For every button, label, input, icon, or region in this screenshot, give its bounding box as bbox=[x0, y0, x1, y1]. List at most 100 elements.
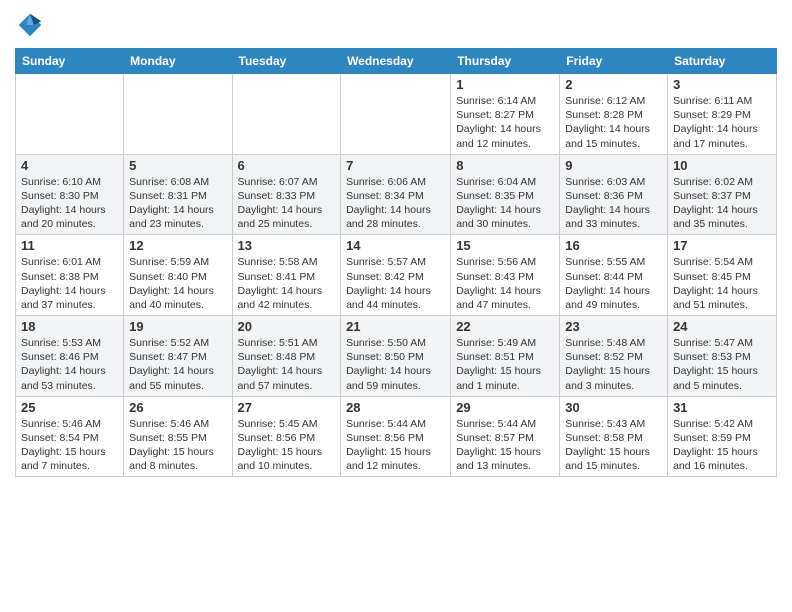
logo bbox=[15, 10, 49, 40]
day-cell: 7 Sunrise: 6:06 AM Sunset: 8:34 PM Daylig… bbox=[341, 154, 451, 235]
day-number: 26 bbox=[129, 400, 226, 415]
day-cell: 17Sunrise: 5:54 AM Sunset: 8:45 PM Dayli… bbox=[668, 235, 777, 316]
day-cell: 28 Sunrise: 5:44 AM Sunset: 8:56 PM Dayli… bbox=[341, 396, 451, 477]
day-number: 10 bbox=[673, 158, 771, 173]
day-number: 14 bbox=[346, 238, 445, 253]
day-cell bbox=[124, 74, 232, 155]
day-info: Sunrise: 5:44 AM Sunset: 8:57 PM Dayligh… bbox=[456, 417, 554, 474]
day-cell: 9 Sunrise: 6:03 AM Sunset: 8:36 PM Daylig… bbox=[560, 154, 668, 235]
day-number: 12 bbox=[129, 238, 226, 253]
day-cell: 31 Sunrise: 5:42 AM Sunset: 8:59 PM Dayli… bbox=[668, 396, 777, 477]
day-info: Sunrise: 6:14 AM Sunset: 8:27 PM Dayligh… bbox=[456, 94, 554, 151]
day-number: 25 bbox=[21, 400, 118, 415]
day-number: 16 bbox=[565, 238, 662, 253]
day-cell: 16 Sunrise: 5:55 AM Sunset: 8:44 PM Dayli… bbox=[560, 235, 668, 316]
day-cell: 24Sunrise: 5:47 AM Sunset: 8:53 PM Dayli… bbox=[668, 316, 777, 397]
week-row-1: 1 Sunrise: 6:14 AM Sunset: 8:27 PM Daylig… bbox=[16, 74, 777, 155]
weekday-header-sunday: Sunday bbox=[16, 49, 124, 74]
day-info: Sunrise: 6:04 AM Sunset: 8:35 PM Dayligh… bbox=[456, 175, 554, 232]
day-info: Sunrise: 5:57 AM Sunset: 8:42 PM Dayligh… bbox=[346, 255, 445, 312]
day-number: 22 bbox=[456, 319, 554, 334]
page: SundayMondayTuesdayWednesdayThursdayFrid… bbox=[0, 0, 792, 612]
weekday-header-wednesday: Wednesday bbox=[341, 49, 451, 74]
day-cell bbox=[16, 74, 124, 155]
day-cell: 6 Sunrise: 6:07 AM Sunset: 8:33 PM Daylig… bbox=[232, 154, 341, 235]
day-cell bbox=[341, 74, 451, 155]
day-info: Sunrise: 6:11 AM Sunset: 8:29 PM Dayligh… bbox=[673, 94, 771, 151]
day-info: Sunrise: 5:52 AM Sunset: 8:47 PM Dayligh… bbox=[129, 336, 226, 393]
day-cell: 22 Sunrise: 5:49 AM Sunset: 8:51 PM Dayli… bbox=[451, 316, 560, 397]
day-number: 15 bbox=[456, 238, 554, 253]
day-number: 28 bbox=[346, 400, 445, 415]
day-info: Sunrise: 6:01 AM Sunset: 8:38 PM Dayligh… bbox=[21, 255, 118, 312]
day-number: 30 bbox=[565, 400, 662, 415]
day-number: 21 bbox=[346, 319, 445, 334]
day-number: 8 bbox=[456, 158, 554, 173]
week-row-3: 11 Sunrise: 6:01 AM Sunset: 8:38 PM Dayli… bbox=[16, 235, 777, 316]
day-info: Sunrise: 5:45 AM Sunset: 8:56 PM Dayligh… bbox=[238, 417, 336, 474]
weekday-header-monday: Monday bbox=[124, 49, 232, 74]
day-number: 17 bbox=[673, 238, 771, 253]
weekday-header-friday: Friday bbox=[560, 49, 668, 74]
day-info: Sunrise: 5:42 AM Sunset: 8:59 PM Dayligh… bbox=[673, 417, 771, 474]
day-info: Sunrise: 5:51 AM Sunset: 8:48 PM Dayligh… bbox=[238, 336, 336, 393]
day-cell: 23Sunrise: 5:48 AM Sunset: 8:52 PM Dayli… bbox=[560, 316, 668, 397]
day-cell: 1 Sunrise: 6:14 AM Sunset: 8:27 PM Daylig… bbox=[451, 74, 560, 155]
day-cell: 29Sunrise: 5:44 AM Sunset: 8:57 PM Dayli… bbox=[451, 396, 560, 477]
day-cell bbox=[232, 74, 341, 155]
logo-icon bbox=[15, 10, 45, 40]
day-cell: 12 Sunrise: 5:59 AM Sunset: 8:40 PM Dayli… bbox=[124, 235, 232, 316]
day-number: 1 bbox=[456, 77, 554, 92]
day-info: Sunrise: 5:48 AM Sunset: 8:52 PM Dayligh… bbox=[565, 336, 662, 393]
day-number: 6 bbox=[238, 158, 336, 173]
day-number: 18 bbox=[21, 319, 118, 334]
day-cell: 4 Sunrise: 6:10 AM Sunset: 8:30 PM Daylig… bbox=[16, 154, 124, 235]
day-cell: 19 Sunrise: 5:52 AM Sunset: 8:47 PM Dayli… bbox=[124, 316, 232, 397]
day-info: Sunrise: 5:56 AM Sunset: 8:43 PM Dayligh… bbox=[456, 255, 554, 312]
day-info: Sunrise: 6:10 AM Sunset: 8:30 PM Dayligh… bbox=[21, 175, 118, 232]
week-row-5: 25Sunrise: 5:46 AM Sunset: 8:54 PM Dayli… bbox=[16, 396, 777, 477]
calendar-body: 1 Sunrise: 6:14 AM Sunset: 8:27 PM Daylig… bbox=[16, 74, 777, 477]
header bbox=[15, 10, 777, 40]
weekday-header-thursday: Thursday bbox=[451, 49, 560, 74]
day-number: 3 bbox=[673, 77, 771, 92]
day-info: Sunrise: 5:59 AM Sunset: 8:40 PM Dayligh… bbox=[129, 255, 226, 312]
day-cell: 25Sunrise: 5:46 AM Sunset: 8:54 PM Dayli… bbox=[16, 396, 124, 477]
day-info: Sunrise: 6:12 AM Sunset: 8:28 PM Dayligh… bbox=[565, 94, 662, 151]
day-cell: 11 Sunrise: 6:01 AM Sunset: 8:38 PM Dayli… bbox=[16, 235, 124, 316]
day-number: 7 bbox=[346, 158, 445, 173]
day-number: 11 bbox=[21, 238, 118, 253]
day-cell: 2Sunrise: 6:12 AM Sunset: 8:28 PM Daylig… bbox=[560, 74, 668, 155]
day-info: Sunrise: 6:07 AM Sunset: 8:33 PM Dayligh… bbox=[238, 175, 336, 232]
day-info: Sunrise: 5:53 AM Sunset: 8:46 PM Dayligh… bbox=[21, 336, 118, 393]
day-info: Sunrise: 6:08 AM Sunset: 8:31 PM Dayligh… bbox=[129, 175, 226, 232]
day-cell: 30 Sunrise: 5:43 AM Sunset: 8:58 PM Dayli… bbox=[560, 396, 668, 477]
day-number: 19 bbox=[129, 319, 226, 334]
day-cell: 15 Sunrise: 5:56 AM Sunset: 8:43 PM Dayli… bbox=[451, 235, 560, 316]
calendar: SundayMondayTuesdayWednesdayThursdayFrid… bbox=[15, 48, 777, 477]
day-cell: 8 Sunrise: 6:04 AM Sunset: 8:35 PM Daylig… bbox=[451, 154, 560, 235]
day-info: Sunrise: 5:49 AM Sunset: 8:51 PM Dayligh… bbox=[456, 336, 554, 393]
day-cell: 27 Sunrise: 5:45 AM Sunset: 8:56 PM Dayli… bbox=[232, 396, 341, 477]
day-info: Sunrise: 5:55 AM Sunset: 8:44 PM Dayligh… bbox=[565, 255, 662, 312]
day-info: Sunrise: 6:03 AM Sunset: 8:36 PM Dayligh… bbox=[565, 175, 662, 232]
day-info: Sunrise: 6:06 AM Sunset: 8:34 PM Dayligh… bbox=[346, 175, 445, 232]
day-cell: 20Sunrise: 5:51 AM Sunset: 8:48 PM Dayli… bbox=[232, 316, 341, 397]
day-cell: 21 Sunrise: 5:50 AM Sunset: 8:50 PM Dayli… bbox=[341, 316, 451, 397]
day-cell: 13Sunrise: 5:58 AM Sunset: 8:41 PM Dayli… bbox=[232, 235, 341, 316]
day-number: 9 bbox=[565, 158, 662, 173]
day-info: Sunrise: 5:44 AM Sunset: 8:56 PM Dayligh… bbox=[346, 417, 445, 474]
weekday-header-saturday: Saturday bbox=[668, 49, 777, 74]
day-number: 27 bbox=[238, 400, 336, 415]
weekday-row: SundayMondayTuesdayWednesdayThursdayFrid… bbox=[16, 49, 777, 74]
day-number: 4 bbox=[21, 158, 118, 173]
day-info: Sunrise: 5:58 AM Sunset: 8:41 PM Dayligh… bbox=[238, 255, 336, 312]
day-info: Sunrise: 5:50 AM Sunset: 8:50 PM Dayligh… bbox=[346, 336, 445, 393]
day-number: 24 bbox=[673, 319, 771, 334]
day-number: 5 bbox=[129, 158, 226, 173]
day-cell: 10Sunrise: 6:02 AM Sunset: 8:37 PM Dayli… bbox=[668, 154, 777, 235]
day-number: 31 bbox=[673, 400, 771, 415]
day-cell: 3 Sunrise: 6:11 AM Sunset: 8:29 PM Daylig… bbox=[668, 74, 777, 155]
day-cell: 26Sunrise: 5:46 AM Sunset: 8:55 PM Dayli… bbox=[124, 396, 232, 477]
day-info: Sunrise: 5:43 AM Sunset: 8:58 PM Dayligh… bbox=[565, 417, 662, 474]
